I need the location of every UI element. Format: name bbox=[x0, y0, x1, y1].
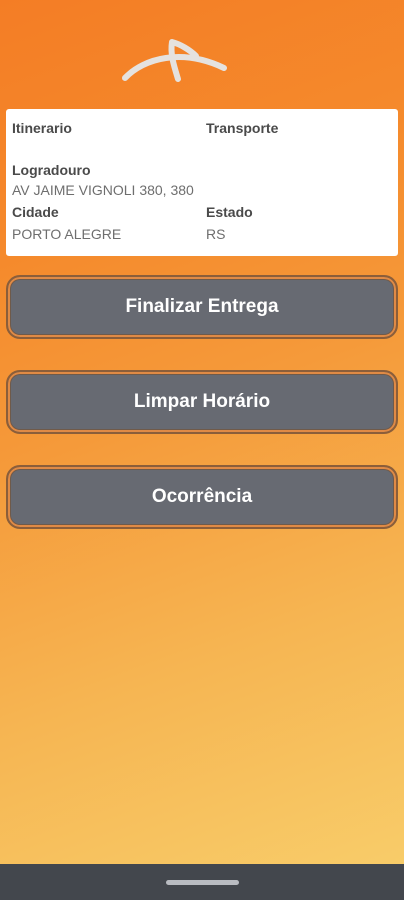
estado-label: Estado bbox=[206, 204, 253, 220]
transporte-label: Transporte bbox=[206, 120, 279, 136]
itinerario-label: Itinerario bbox=[12, 120, 72, 136]
app-header bbox=[0, 0, 404, 108]
estado-value: RS bbox=[206, 226, 226, 242]
arcelor-swoosh-logo-icon bbox=[122, 39, 227, 82]
limpar-horario-button[interactable]: Limpar Horário bbox=[6, 370, 398, 434]
system-navigation-bar bbox=[0, 864, 404, 900]
logradouro-label: Logradouro bbox=[12, 162, 91, 178]
delivery-info-card: Itinerario Transporte Logradouro AV JAIM… bbox=[6, 109, 398, 256]
cidade-value: PORTO ALEGRE bbox=[12, 226, 122, 242]
ocorrencia-button[interactable]: Ocorrência bbox=[6, 465, 398, 529]
cidade-label: Cidade bbox=[12, 204, 59, 220]
logradouro-value: AV JAIME VIGNOLI 380, 380 bbox=[12, 182, 194, 198]
finalizar-entrega-button[interactable]: Finalizar Entrega bbox=[6, 275, 398, 339]
home-pill-icon[interactable] bbox=[166, 880, 239, 885]
